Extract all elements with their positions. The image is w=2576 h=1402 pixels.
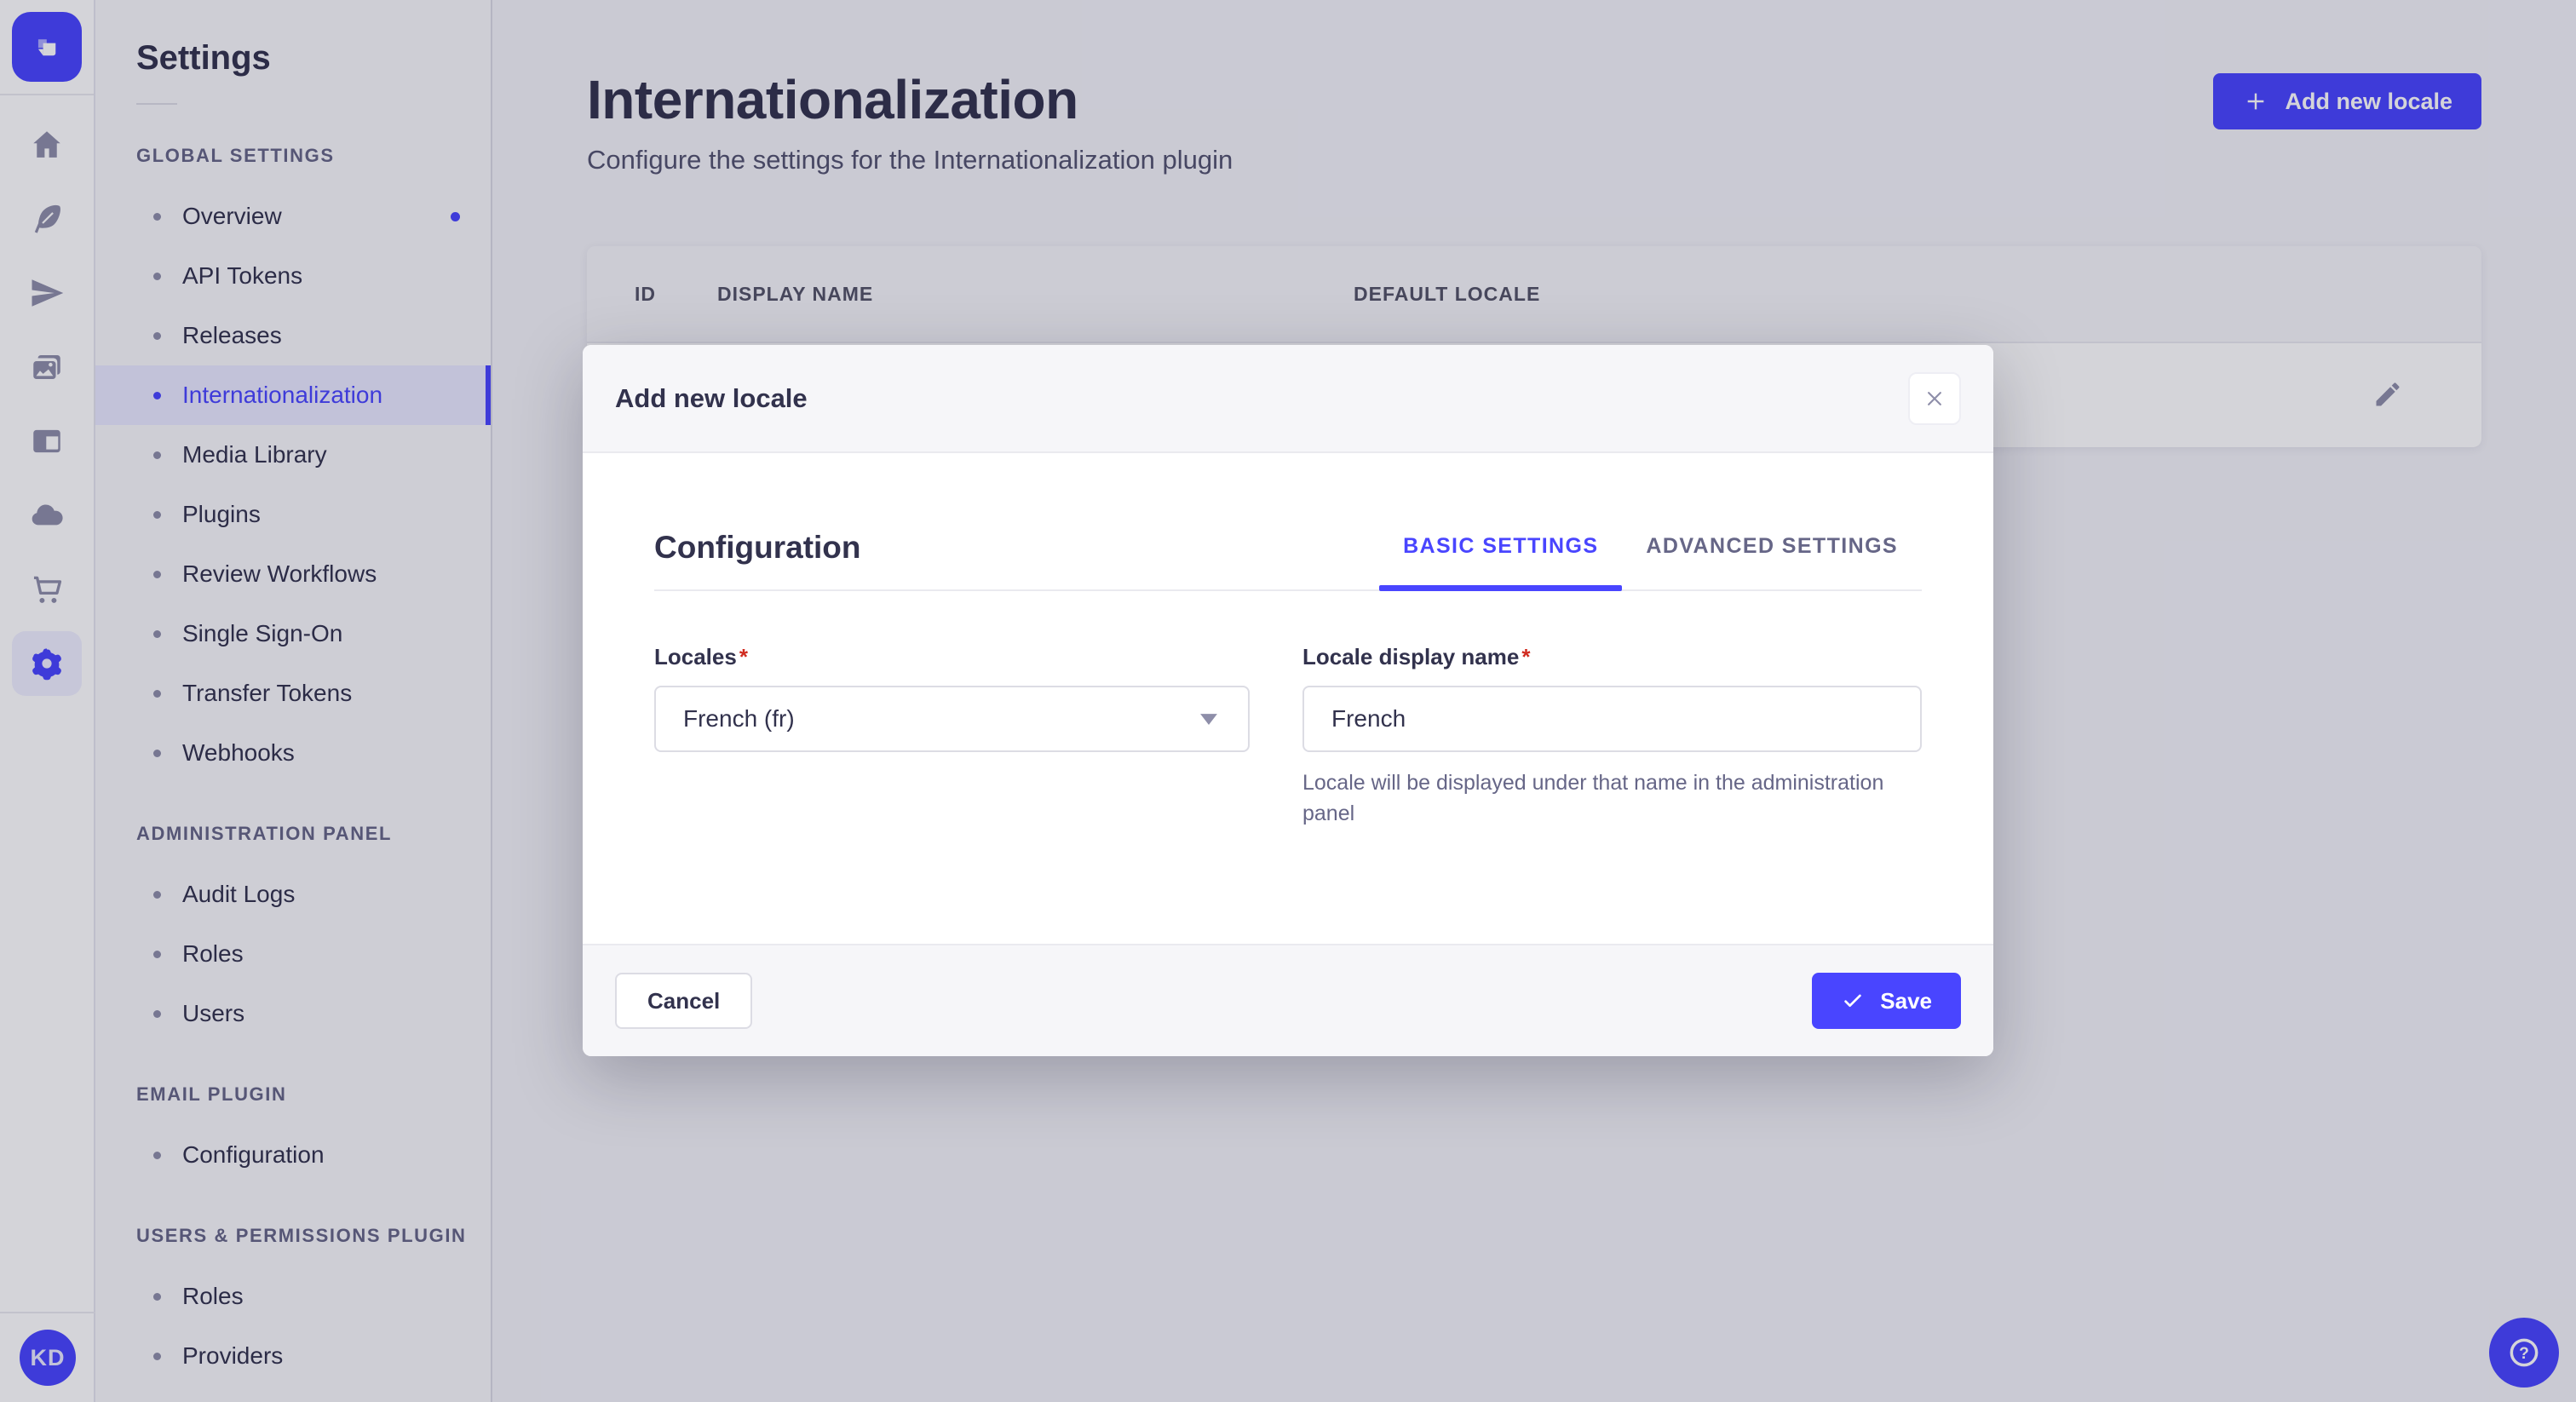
modal-title: Add new locale (615, 382, 808, 413)
configuration-title: Configuration (654, 530, 861, 565)
cancel-button[interactable]: Cancel (615, 973, 753, 1029)
save-button[interactable]: Save (1812, 973, 1961, 1029)
display-name-label: Locale display name * (1302, 644, 1922, 670)
display-name-help-text: Locale will be displayed under that name… (1302, 771, 1884, 826)
modal-header: Add new locale (583, 345, 1993, 453)
locales-select[interactable]: French (fr) (654, 686, 1250, 752)
locales-label: Locales * (654, 644, 1250, 670)
modal-close-button[interactable] (1908, 371, 1961, 425)
save-button-label: Save (1880, 987, 1932, 1014)
modal-body: Configuration Basic settings Advanced se… (583, 453, 1993, 944)
chevron-down-icon (1200, 714, 1217, 725)
locales-label-text: Locales (654, 644, 737, 669)
required-asterisk: * (1521, 644, 1531, 669)
tab-basic-settings[interactable]: Basic settings (1379, 534, 1623, 591)
locales-field: Locales * French (fr) (654, 644, 1250, 830)
display-name-field: Locale display name* Locale will be disp… (1302, 644, 1922, 830)
close-icon (1928, 391, 1941, 405)
add-locale-modal: Add new locale Configuration Basic setti… (583, 345, 1993, 1056)
locales-select-value: French (fr) (683, 705, 795, 732)
settings-tabs: Basic settings Advanced settings (1379, 534, 1922, 591)
check-icon (1844, 994, 1862, 1008)
display-name-input[interactable] (1302, 686, 1922, 752)
configuration-header-row: Configuration Basic settings Advanced se… (654, 530, 1922, 591)
required-asterisk: * (739, 644, 748, 669)
modal-fields-row: Locales * French (fr) Locale display name… (654, 644, 1922, 830)
tab-advanced-settings[interactable]: Advanced settings (1622, 534, 1922, 589)
modal-footer: Cancel Save (583, 944, 1993, 1056)
display-name-label-text: Locale display name (1302, 644, 1520, 669)
